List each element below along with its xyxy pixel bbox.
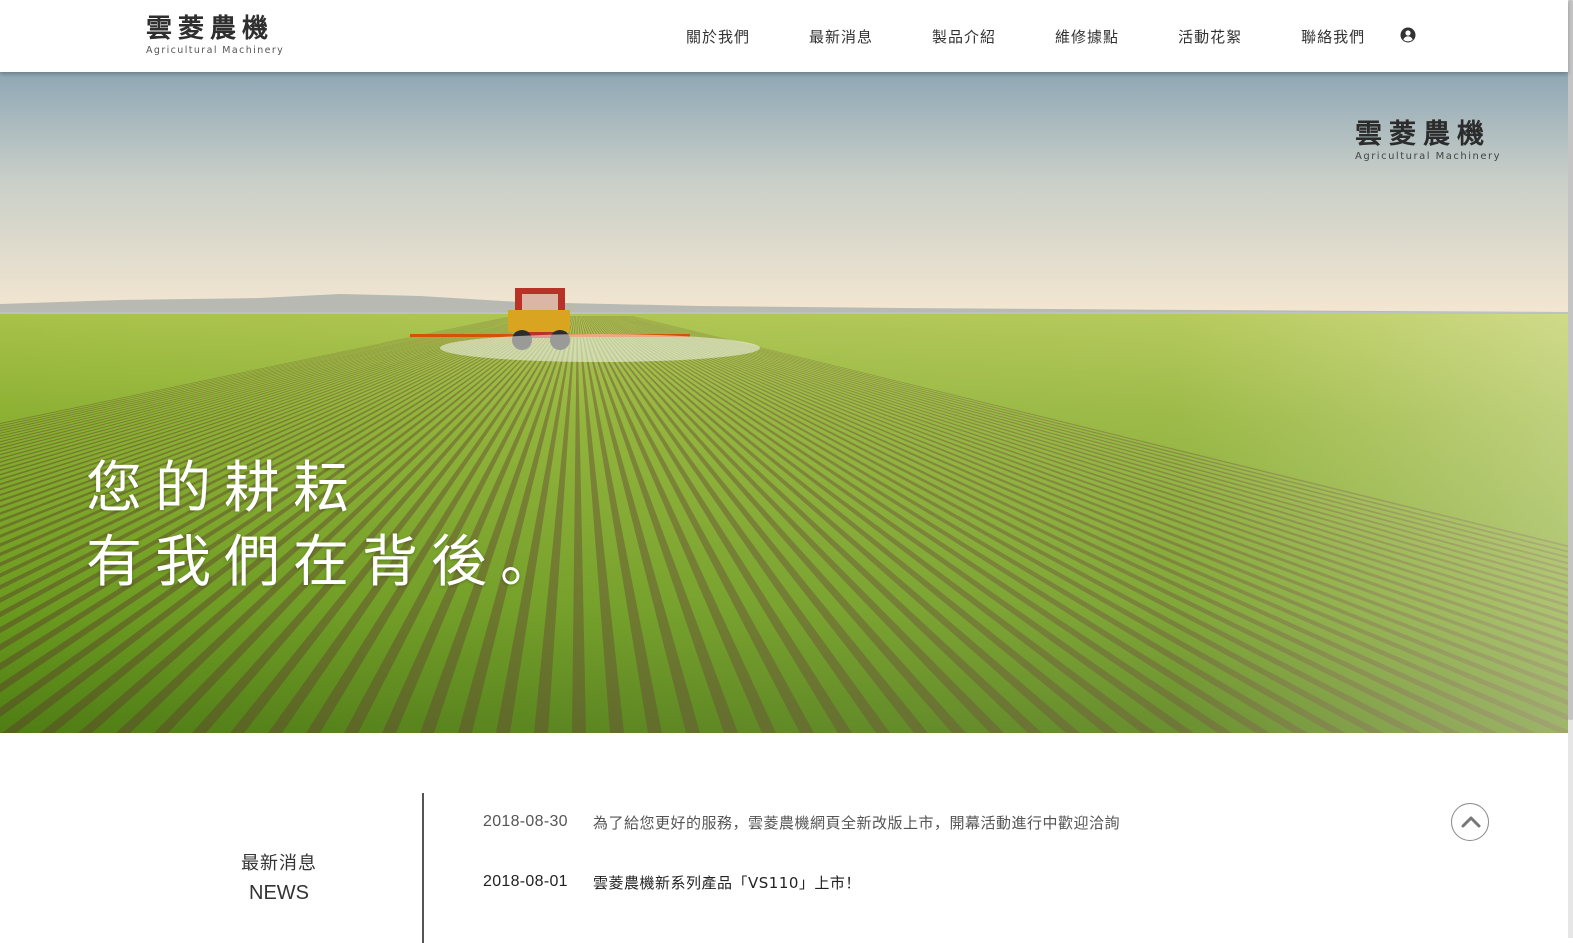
nav-products[interactable]: 製品介紹	[932, 26, 996, 47]
site-logo[interactable]: 雲菱農機 Agricultural Machinery	[146, 14, 286, 57]
news-section: 最新消息 NEWS 2018-08-30 為了給您更好的服務，雲菱農機網頁全新改…	[0, 733, 1568, 943]
news-title-chinese: 最新消息	[241, 853, 317, 874]
hero-logo-english-name: Agricultural Machinery	[1355, 151, 1502, 162]
hero-tagline: 您的耕耘 有我們在背後。	[86, 452, 569, 600]
news-section-title: 最新消息 NEWS	[200, 851, 358, 906]
news-headline[interactable]: 為了給您更好的服務，雲菱農機網頁全新改版上市，開幕活動進行中歡迎洽詢	[593, 812, 1120, 833]
farm-field-image	[0, 72, 1568, 733]
tagline-line-2: 有我們在背後。	[86, 530, 569, 595]
news-date: 2018-08-01	[483, 873, 568, 890]
news-item[interactable]: 2018-08-01 雲菱農機新系列產品「VS110」上市！	[483, 870, 861, 894]
site-header: 雲菱農機 Agricultural Machinery 關於我們 最新消息 製品…	[0, 0, 1568, 72]
user-circle-icon[interactable]	[1400, 27, 1416, 43]
main-nav: 關於我們 最新消息 製品介紹 維修據點 活動花絮 聯絡我們	[686, 24, 1424, 48]
nav-service-locations[interactable]: 維修據點	[1055, 26, 1119, 47]
hero-logo-chinese-name: 雲菱農機	[1355, 119, 1491, 150]
hero-logo: 雲菱農機 Agricultural Machinery	[1355, 120, 1515, 163]
tagline-line-1: 您的耕耘	[86, 456, 362, 521]
logo-english-name: Agricultural Machinery	[146, 45, 285, 56]
scrollbar-thumb[interactable]	[1568, 0, 1573, 720]
page-scrollbar[interactable]	[1568, 0, 1573, 938]
hero-banner: 雲菱農機 Agricultural Machinery 您的耕耘 有我們在背後。	[0, 72, 1568, 733]
news-divider	[422, 793, 424, 943]
nav-news[interactable]: 最新消息	[809, 26, 873, 47]
nav-contact[interactable]: 聯絡我們	[1301, 26, 1365, 47]
back-to-top-button[interactable]	[1451, 803, 1489, 841]
news-item[interactable]: 2018-08-30 為了給您更好的服務，雲菱農機網頁全新改版上市，開幕活動進行…	[483, 810, 1120, 834]
news-date: 2018-08-30	[483, 813, 568, 830]
chevron-up-icon	[1461, 816, 1481, 828]
news-headline[interactable]: 雲菱農機新系列產品「VS110」上市！	[593, 872, 861, 893]
logo-chinese-name: 雲菱農機	[146, 14, 275, 44]
news-title-english: NEWS	[249, 882, 309, 904]
nav-events[interactable]: 活動花絮	[1178, 26, 1242, 47]
nav-about[interactable]: 關於我們	[686, 26, 750, 47]
